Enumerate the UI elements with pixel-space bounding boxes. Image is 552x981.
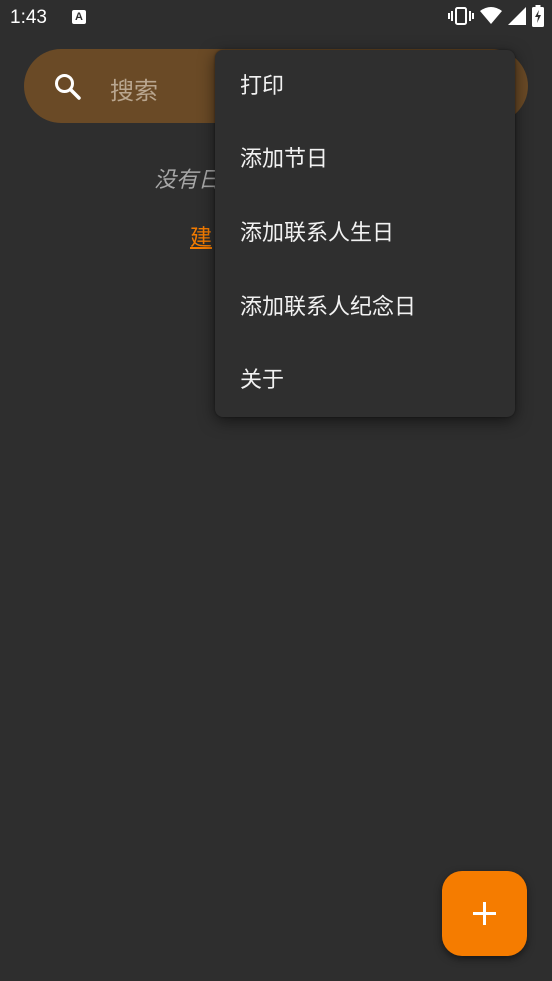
status-bar: 1:43 A (0, 0, 552, 36)
empty-state-message: 没有日 (154, 168, 221, 193)
wifi-icon (480, 7, 502, 29)
vibrate-icon (448, 6, 474, 30)
search-icon[interactable] (52, 71, 84, 103)
create-link[interactable]: 建 (190, 220, 212, 252)
menu-item-add-holidays[interactable]: 添加节日 (215, 123, 515, 196)
menu-item-about[interactable]: 关于 (215, 344, 515, 417)
plus-icon (471, 900, 498, 927)
menu-item-add-contact-birthdays[interactable]: 添加联系人生日 (215, 197, 515, 270)
menu-item-print[interactable]: 打印 (215, 50, 515, 123)
status-icons (448, 5, 544, 31)
signal-icon (508, 7, 526, 29)
battery-charging-icon (532, 5, 544, 31)
status-time: 1:43 (10, 7, 47, 28)
menu-item-add-contact-anniversaries[interactable]: 添加联系人纪念日 (215, 271, 515, 344)
overflow-menu: 打印 添加节日 添加联系人生日 添加联系人纪念日 关于 (215, 50, 515, 417)
add-event-button[interactable] (442, 871, 527, 956)
notification-a-icon: A (72, 10, 86, 24)
search-input[interactable]: 搜索 (110, 71, 158, 106)
